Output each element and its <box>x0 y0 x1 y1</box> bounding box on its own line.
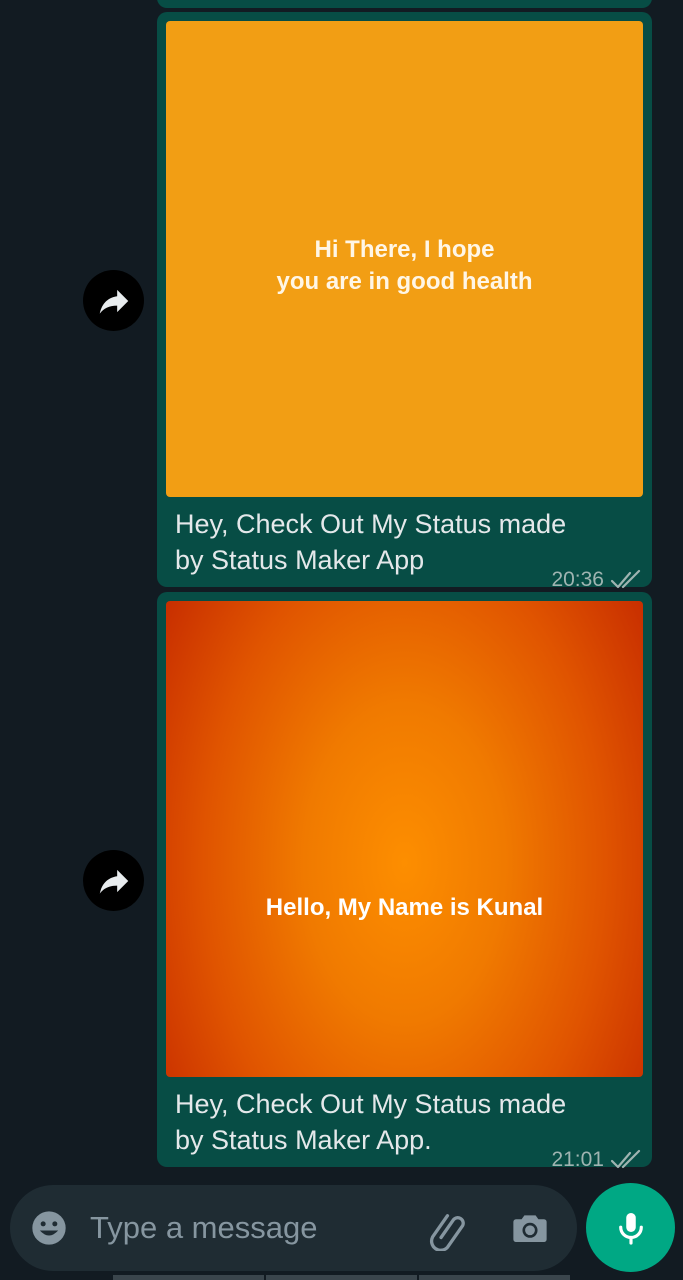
previous-message-bubble[interactable] <box>157 0 652 8</box>
chat-screen: Hi There, I hope you are in good health … <box>0 0 683 1280</box>
message-time: 21:01 <box>551 1148 604 1171</box>
attach-icon[interactable] <box>425 1207 469 1252</box>
caption-line: Hey, Check Out My Status made <box>175 1089 567 1119</box>
emoji-icon[interactable] <box>29 1208 69 1248</box>
nav-hint-segment <box>113 1275 264 1280</box>
forward-icon <box>99 869 128 894</box>
message-time: 20:36 <box>551 568 604 591</box>
message-bubble[interactable]: Hi There, I hope you are in good health … <box>157 12 652 591</box>
message-meta: 20:36 <box>551 568 642 592</box>
caption-line: by Status Maker App. <box>175 1125 432 1155</box>
message-input[interactable] <box>90 1205 400 1251</box>
message-bubble[interactable]: Hello, My Name is Kunal Hey, Check Out M… <box>157 592 652 1171</box>
mic-icon <box>618 1212 643 1245</box>
caption-line: Hey, Check Out My Status made <box>175 509 567 539</box>
message-caption: Hey, Check Out My Status made by Status … <box>175 1086 615 1158</box>
caption-line: by Status Maker App <box>175 545 425 575</box>
status-image-text: Hello, My Name is Kunal <box>265 894 544 921</box>
message-caption: Hey, Check Out My Status made by Status … <box>175 506 615 578</box>
mic-button[interactable] <box>586 1183 675 1272</box>
status-image-text-line: Hi There, I hope <box>314 236 495 263</box>
forward-button[interactable] <box>83 270 144 331</box>
nav-hint-segment <box>266 1275 417 1280</box>
forward-button[interactable] <box>83 850 144 911</box>
nav-hint-segment <box>419 1275 570 1280</box>
status-image[interactable]: Hello, My Name is Kunal <box>166 601 643 1077</box>
double-check-icon <box>610 569 642 591</box>
double-check-icon <box>610 1149 642 1171</box>
forward-icon <box>99 289 128 314</box>
status-image-text: Hi There, I hope you are in good health <box>276 234 532 298</box>
status-image[interactable]: Hi There, I hope you are in good health <box>166 21 643 497</box>
message-composer <box>10 1185 577 1271</box>
navigation-bar-hint <box>113 1275 570 1280</box>
camera-icon[interactable] <box>509 1207 551 1249</box>
message-meta: 21:01 <box>551 1148 642 1172</box>
status-image-text-line: you are in good health <box>276 268 533 295</box>
